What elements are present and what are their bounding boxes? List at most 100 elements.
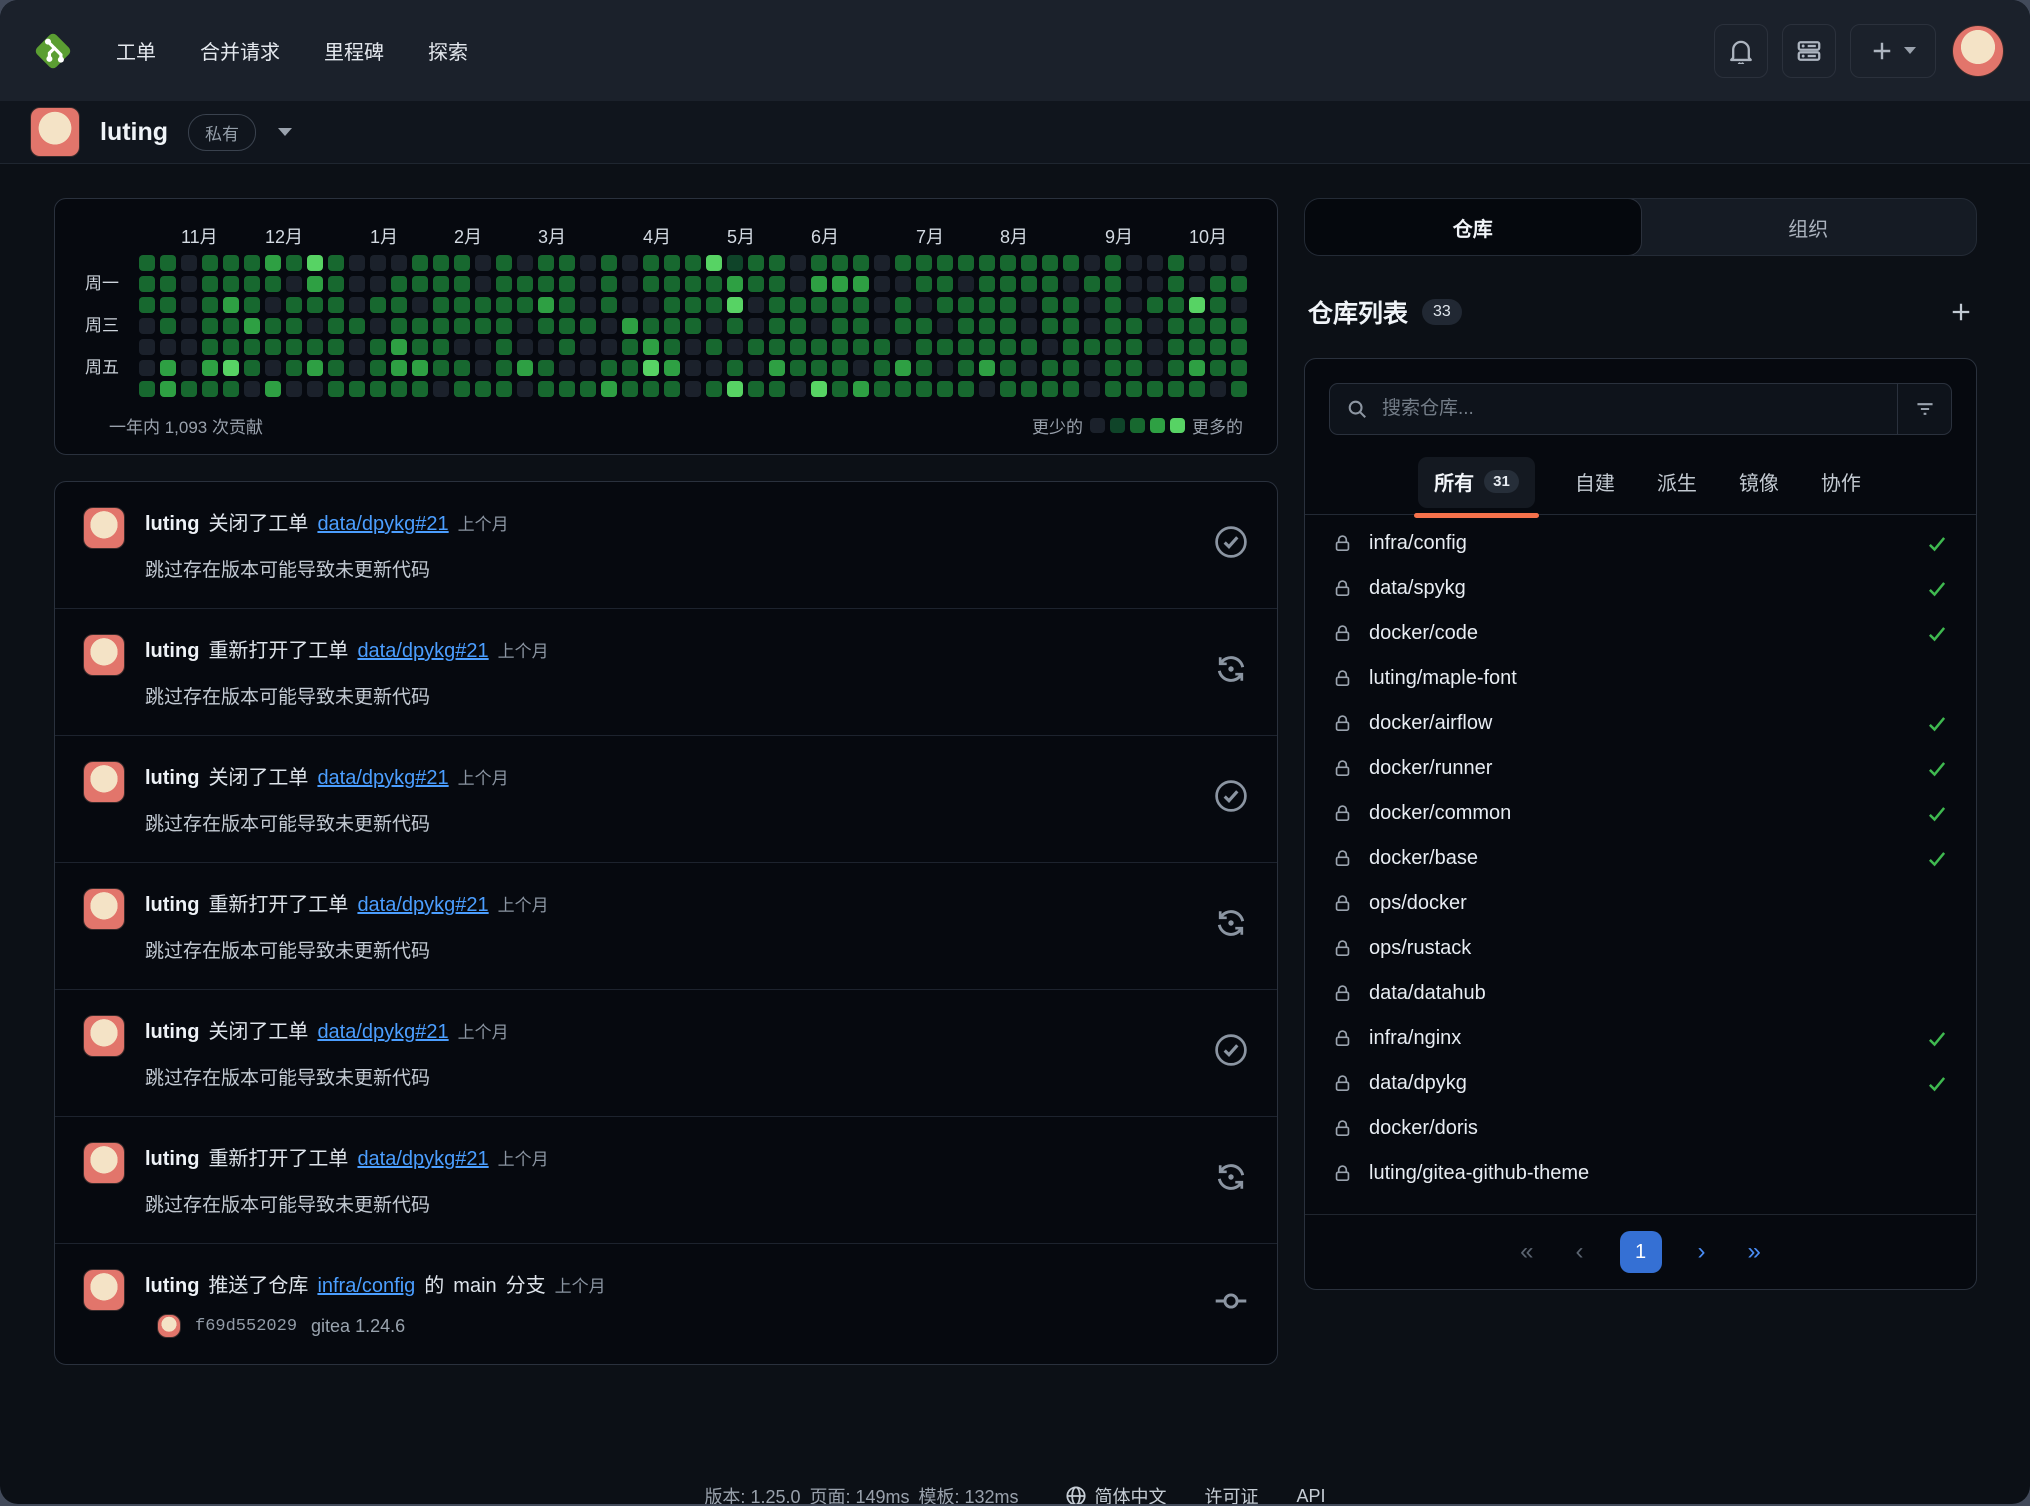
heatmap-cell bbox=[517, 297, 533, 313]
repo-link[interactable]: ops/rustack bbox=[1369, 937, 1471, 960]
repo-list-item[interactable]: luting/gitea-github-theme bbox=[1305, 1151, 1976, 1196]
repo-link[interactable]: data/dpykg bbox=[1369, 1072, 1467, 1095]
repo-list-item[interactable]: data/dpykg bbox=[1305, 1061, 1976, 1106]
repo-list-item[interactable]: docker/airflow bbox=[1305, 701, 1976, 746]
profile-username-link[interactable]: luting bbox=[100, 118, 168, 147]
heatmap-month-labels: 11月12月1月2月3月4月5月6月7月8月9月10月 bbox=[139, 223, 1247, 251]
repo-link[interactable]: docker/doris bbox=[1369, 1117, 1478, 1140]
repo-filter-button[interactable] bbox=[1897, 384, 1951, 434]
filter-tab-all[interactable]: 所有31 bbox=[1418, 457, 1535, 508]
commit-hash-link[interactable]: f69d552029 bbox=[195, 1317, 297, 1336]
nav-item-issues[interactable]: 工单 bbox=[116, 36, 156, 65]
repo-list-item[interactable]: infra/nginx bbox=[1305, 1016, 1976, 1061]
profile-caret-down-icon[interactable] bbox=[278, 128, 292, 136]
repo-link[interactable]: data/datahub bbox=[1369, 982, 1486, 1005]
pagination-next-button[interactable]: › bbox=[1692, 1237, 1712, 1267]
repo-link[interactable]: luting/maple-font bbox=[1369, 667, 1517, 690]
repo-list-item[interactable]: ops/docker bbox=[1305, 881, 1976, 926]
heatmap-cell bbox=[979, 339, 995, 355]
repo-list-item[interactable]: docker/code bbox=[1305, 611, 1976, 656]
heatmap-cell bbox=[1231, 360, 1247, 376]
nav-item-milestones[interactable]: 里程碑 bbox=[324, 36, 384, 65]
repo-list-item[interactable]: data/spykg bbox=[1305, 566, 1976, 611]
repo-search-input[interactable] bbox=[1380, 397, 1897, 421]
repo-link[interactable]: docker/code bbox=[1369, 622, 1478, 645]
feed-actor-link[interactable]: luting bbox=[145, 1148, 199, 1171]
feed-avatar[interactable] bbox=[83, 1142, 125, 1184]
feed-target-link[interactable]: data/dpykg#21 bbox=[317, 767, 448, 790]
feed-actor-link[interactable]: luting bbox=[145, 640, 199, 663]
heatmap-cell bbox=[685, 360, 701, 376]
feed-actor-link[interactable]: luting bbox=[145, 894, 199, 917]
heatmap-cell bbox=[1168, 255, 1184, 271]
repo-link[interactable]: docker/base bbox=[1369, 847, 1478, 870]
feed-target-link[interactable]: data/dpykg#21 bbox=[357, 894, 488, 917]
heatmap-cell bbox=[832, 276, 848, 292]
feed-avatar[interactable] bbox=[83, 634, 125, 676]
notifications-button[interactable] bbox=[1714, 24, 1768, 78]
gitea-logo-icon[interactable] bbox=[30, 28, 76, 74]
repo-list-item[interactable]: ops/rustack bbox=[1305, 926, 1976, 971]
heatmap-cell bbox=[139, 297, 155, 313]
repo-link[interactable]: docker/runner bbox=[1369, 757, 1492, 780]
repo-list-item[interactable]: docker/runner bbox=[1305, 746, 1976, 791]
feed-target-link[interactable]: data/dpykg#21 bbox=[317, 513, 448, 536]
repo-link[interactable]: data/spykg bbox=[1369, 577, 1466, 600]
repo-list-item[interactable]: luting/maple-font bbox=[1305, 656, 1976, 701]
repo-link[interactable]: luting/gitea-github-theme bbox=[1369, 1162, 1589, 1185]
repo-link[interactable]: docker/airflow bbox=[1369, 712, 1492, 735]
feed-entry-title: luting关闭了工单data/dpykg#21上个月 bbox=[145, 761, 1193, 790]
repo-list-item[interactable]: data/datahub bbox=[1305, 971, 1976, 1016]
status-check-icon bbox=[1926, 1073, 1948, 1095]
footer-language-link[interactable]: 简体中文 bbox=[1065, 1483, 1167, 1504]
pagination-page-1-button[interactable]: 1 bbox=[1620, 1231, 1662, 1273]
repo-link[interactable]: ops/docker bbox=[1369, 892, 1467, 915]
repo-list-item[interactable]: docker/doris bbox=[1305, 1106, 1976, 1151]
feed-actor-link[interactable]: luting bbox=[145, 767, 199, 790]
footer-license-link[interactable]: 许可证 bbox=[1205, 1483, 1259, 1504]
heatmap-cell bbox=[265, 339, 281, 355]
feed-actor-link[interactable]: luting bbox=[145, 513, 199, 536]
filter-tab-sources[interactable]: 自建 bbox=[1573, 457, 1617, 514]
filter-tab-collaborative[interactable]: 协作 bbox=[1819, 457, 1863, 514]
feed-target-link[interactable]: data/dpykg#21 bbox=[357, 640, 488, 663]
filter-tab-mirrors[interactable]: 镜像 bbox=[1737, 457, 1781, 514]
repo-list-item[interactable]: docker/base bbox=[1305, 836, 1976, 881]
repo-list-item[interactable]: docker/common bbox=[1305, 791, 1976, 836]
feed-avatar[interactable] bbox=[83, 761, 125, 803]
feed-actor-link[interactable]: luting bbox=[145, 1275, 199, 1298]
footer-api-link[interactable]: API bbox=[1297, 1486, 1326, 1505]
heatmap-cell bbox=[559, 318, 575, 334]
admin-panel-button[interactable] bbox=[1782, 24, 1836, 78]
nav-item-pulls[interactable]: 合并请求 bbox=[200, 36, 280, 65]
heatmap-cell bbox=[1147, 276, 1163, 292]
profile-avatar[interactable] bbox=[30, 107, 80, 157]
tab-repositories[interactable]: 仓库 bbox=[1304, 198, 1642, 256]
feed-entry-body: luting关闭了工单data/dpykg#21上个月跳过存在版本可能导致未更新… bbox=[145, 507, 1193, 582]
repo-count-badge: 33 bbox=[1422, 299, 1462, 325]
feed-avatar[interactable] bbox=[83, 1015, 125, 1057]
feed-avatar[interactable] bbox=[83, 888, 125, 930]
repo-link[interactable]: infra/nginx bbox=[1369, 1027, 1461, 1050]
add-repo-button[interactable] bbox=[1949, 300, 1973, 324]
filter-tab-forks[interactable]: 派生 bbox=[1655, 457, 1699, 514]
repo-list-item[interactable]: infra/config bbox=[1305, 521, 1976, 566]
repo-link[interactable]: docker/common bbox=[1369, 802, 1511, 825]
heatmap-cell bbox=[1231, 339, 1247, 355]
heatmap-cell bbox=[1189, 339, 1205, 355]
create-new-button[interactable] bbox=[1850, 24, 1936, 78]
heatmap-cell bbox=[1210, 339, 1226, 355]
feed-target-link[interactable]: data/dpykg#21 bbox=[357, 1148, 488, 1171]
feed-avatar[interactable] bbox=[83, 1269, 125, 1311]
tab-organizations[interactable]: 组织 bbox=[1641, 199, 1977, 255]
feed-target-link[interactable]: infra/config bbox=[317, 1275, 415, 1298]
nav-item-explore[interactable]: 探索 bbox=[428, 36, 468, 65]
feed-target-link[interactable]: data/dpykg#21 bbox=[317, 1021, 448, 1044]
user-avatar[interactable] bbox=[1952, 25, 2004, 77]
feed-actor-link[interactable]: luting bbox=[145, 1021, 199, 1044]
feed-avatar[interactable] bbox=[83, 507, 125, 549]
pagination-last-button[interactable]: » bbox=[1742, 1237, 1767, 1267]
heatmap-cell bbox=[1126, 339, 1142, 355]
heatmap-cell bbox=[727, 255, 743, 271]
repo-link[interactable]: infra/config bbox=[1369, 532, 1467, 555]
